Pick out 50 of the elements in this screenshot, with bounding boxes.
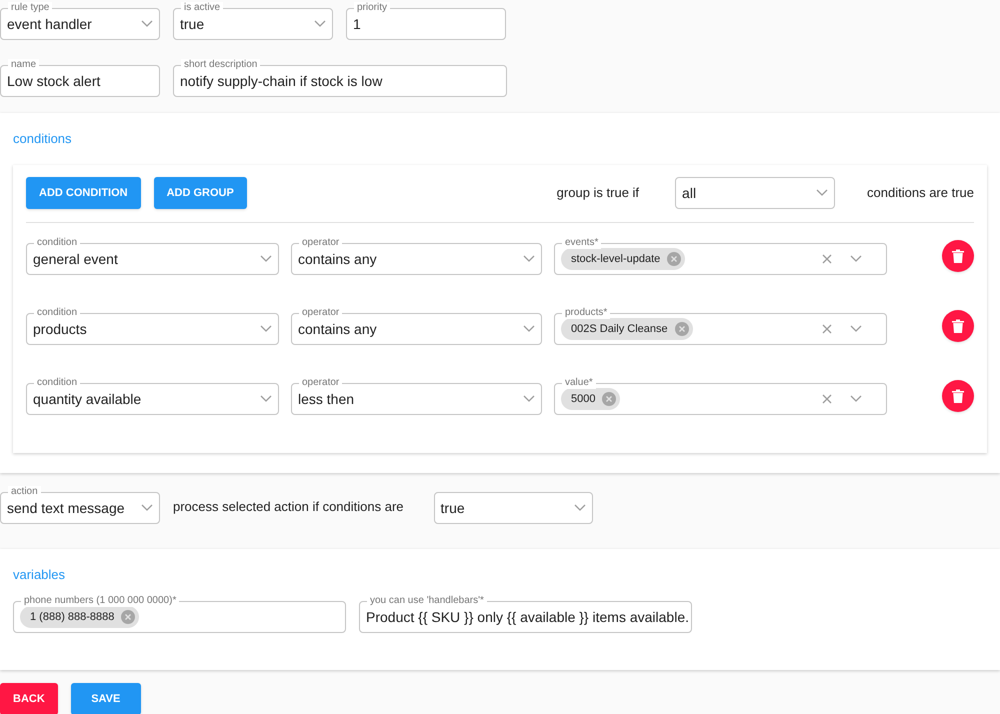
section-title: conditions bbox=[13, 130, 73, 147]
chevron-down-icon bbox=[260, 395, 272, 403]
remove-icon[interactable] bbox=[666, 251, 682, 267]
trash-icon bbox=[952, 319, 964, 333]
field-label: value* bbox=[562, 377, 596, 389]
chevron-down-icon bbox=[523, 395, 535, 403]
field-label: events* bbox=[562, 237, 602, 249]
chip[interactable]: 002S Daily Cleanse bbox=[561, 318, 693, 340]
chevron-down-icon bbox=[141, 504, 153, 512]
field-label: operator bbox=[299, 377, 342, 389]
field-label: operator bbox=[299, 307, 342, 319]
remove-icon[interactable] bbox=[601, 391, 618, 407]
chip[interactable]: stock-level-update bbox=[561, 248, 686, 270]
chip[interactable]: 5000 bbox=[561, 388, 620, 410]
group-label: group is true if bbox=[556, 184, 640, 202]
chevron-down-icon bbox=[260, 255, 272, 263]
section-title: variables bbox=[13, 566, 66, 583]
chevron-down-icon bbox=[260, 325, 272, 333]
select-field[interactable]: all bbox=[675, 177, 836, 209]
clear-icon[interactable] bbox=[822, 394, 832, 404]
chevron-down-icon bbox=[141, 20, 153, 28]
field-label: operator bbox=[299, 237, 342, 249]
chevron-down-icon bbox=[850, 395, 862, 403]
field-label: short description bbox=[181, 59, 260, 71]
chip[interactable]: 1 (888) 888-8888 bbox=[20, 606, 140, 628]
remove-icon[interactable] bbox=[674, 321, 690, 337]
delete-button[interactable] bbox=[942, 240, 974, 272]
clear-icon[interactable] bbox=[822, 324, 832, 334]
group-label: conditions are true bbox=[867, 184, 974, 202]
chevron-down-icon bbox=[816, 189, 828, 197]
chevron-down-icon bbox=[523, 325, 535, 333]
action-text: process selected action if conditions are bbox=[173, 498, 404, 516]
chevron-down-icon bbox=[850, 325, 862, 333]
clear-icon[interactable] bbox=[822, 254, 832, 264]
field-label: products* bbox=[562, 307, 610, 319]
field-label: priority bbox=[354, 2, 390, 14]
field-label: you can use 'handlebars'* bbox=[367, 595, 487, 607]
delete-button[interactable] bbox=[942, 380, 974, 412]
chevron-down-icon bbox=[523, 255, 535, 263]
field-label: rule type bbox=[8, 2, 52, 14]
back-button[interactable]: BACK bbox=[0, 683, 58, 714]
trash-icon bbox=[952, 389, 964, 403]
select-field[interactable]: true bbox=[434, 492, 593, 524]
chevron-down-icon bbox=[574, 504, 586, 512]
remove-icon[interactable] bbox=[120, 609, 136, 625]
chevron-down-icon bbox=[850, 255, 862, 263]
trash-icon bbox=[952, 249, 964, 263]
field-label: phone numbers (1 000 000 0000)* bbox=[21, 595, 180, 607]
chevron-down-icon bbox=[314, 20, 326, 28]
delete-button[interactable] bbox=[942, 310, 974, 342]
